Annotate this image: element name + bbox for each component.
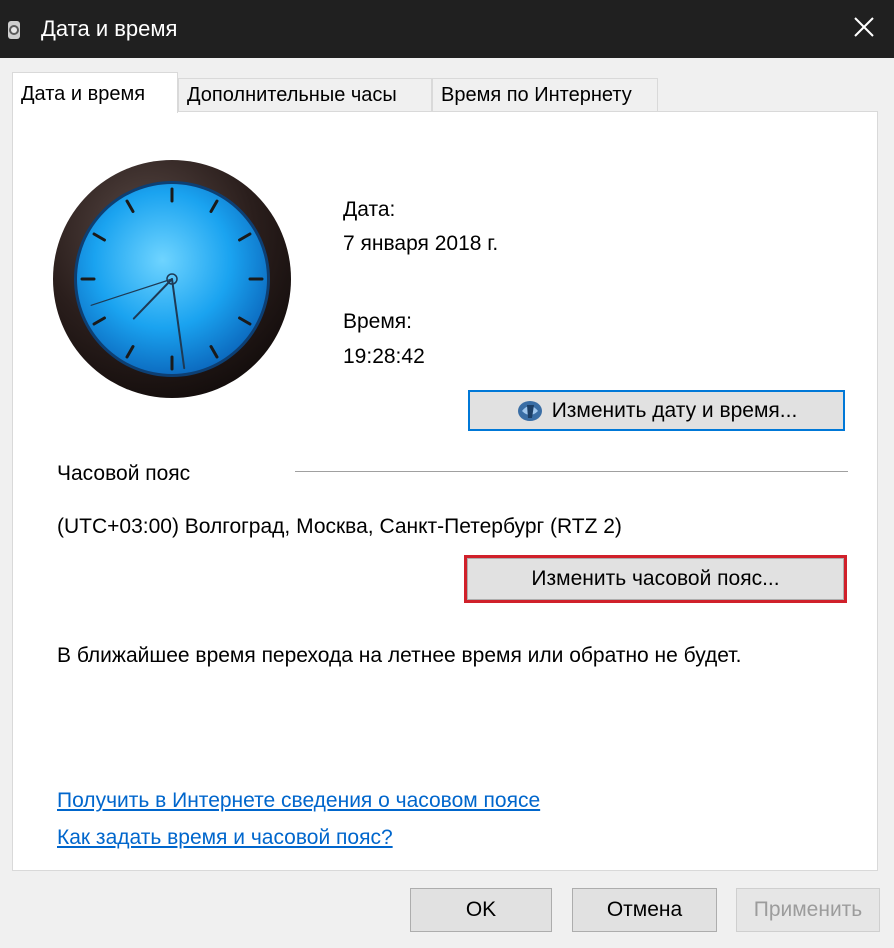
change-timezone-label: Изменить часовой пояс...	[531, 567, 780, 590]
timezone-divider	[295, 471, 848, 472]
ok-button[interactable]: OK	[410, 888, 552, 932]
apply-button[interactable]: Применить	[736, 888, 880, 932]
timezone-section-label: Часовой пояс	[57, 462, 191, 485]
date-value: 7 января 2018 г.	[343, 232, 499, 255]
ok-label: OK	[465, 898, 497, 921]
change-date-time-button[interactable]: Изменить дату и время...	[468, 390, 845, 431]
close-button[interactable]	[834, 0, 894, 58]
timezone-info-link[interactable]: Получить в Интернете сведения о часовом …	[57, 789, 540, 813]
time-value: 19:28:42	[343, 345, 425, 368]
date-label: Дата:	[343, 198, 396, 221]
timezone-value: (UTC+03:00) Волгоград, Москва, Санкт-Пет…	[57, 515, 622, 538]
tab-label: Время по Интернету	[441, 84, 632, 106]
tab-label: Дополнительные часы	[187, 84, 397, 106]
analog-clock	[51, 158, 293, 400]
cancel-label: Отмена	[606, 898, 683, 921]
time-label: Время:	[343, 310, 413, 333]
dst-notice: В ближайшее время перехода на летнее вре…	[57, 644, 742, 667]
apply-label: Применить	[753, 898, 863, 921]
tab-additional-clocks[interactable]: Дополнительные часы	[178, 78, 432, 112]
cancel-button[interactable]: Отмена	[572, 888, 717, 932]
clock-app-icon	[6, 20, 22, 40]
shield-icon	[516, 399, 544, 423]
change-date-time-label: Изменить дату и время...	[551, 398, 798, 422]
dialog-footer: OK Отмена Применить	[0, 871, 894, 948]
tab-date-time[interactable]: Дата и время	[12, 72, 178, 113]
tab-internet-time[interactable]: Время по Интернету	[432, 78, 658, 112]
tab-panel: Дата: 7 января 2018 г. Время: 19:28:42 И…	[12, 111, 878, 871]
window-title: Дата и время	[41, 16, 178, 41]
tab-label: Дата и время	[21, 83, 146, 105]
title-bar: Дата и время	[0, 0, 894, 58]
close-icon	[853, 16, 875, 43]
how-to-set-time-link[interactable]: Как задать время и часовой пояс?	[57, 826, 393, 850]
change-timezone-button[interactable]: Изменить часовой пояс...	[464, 555, 847, 603]
